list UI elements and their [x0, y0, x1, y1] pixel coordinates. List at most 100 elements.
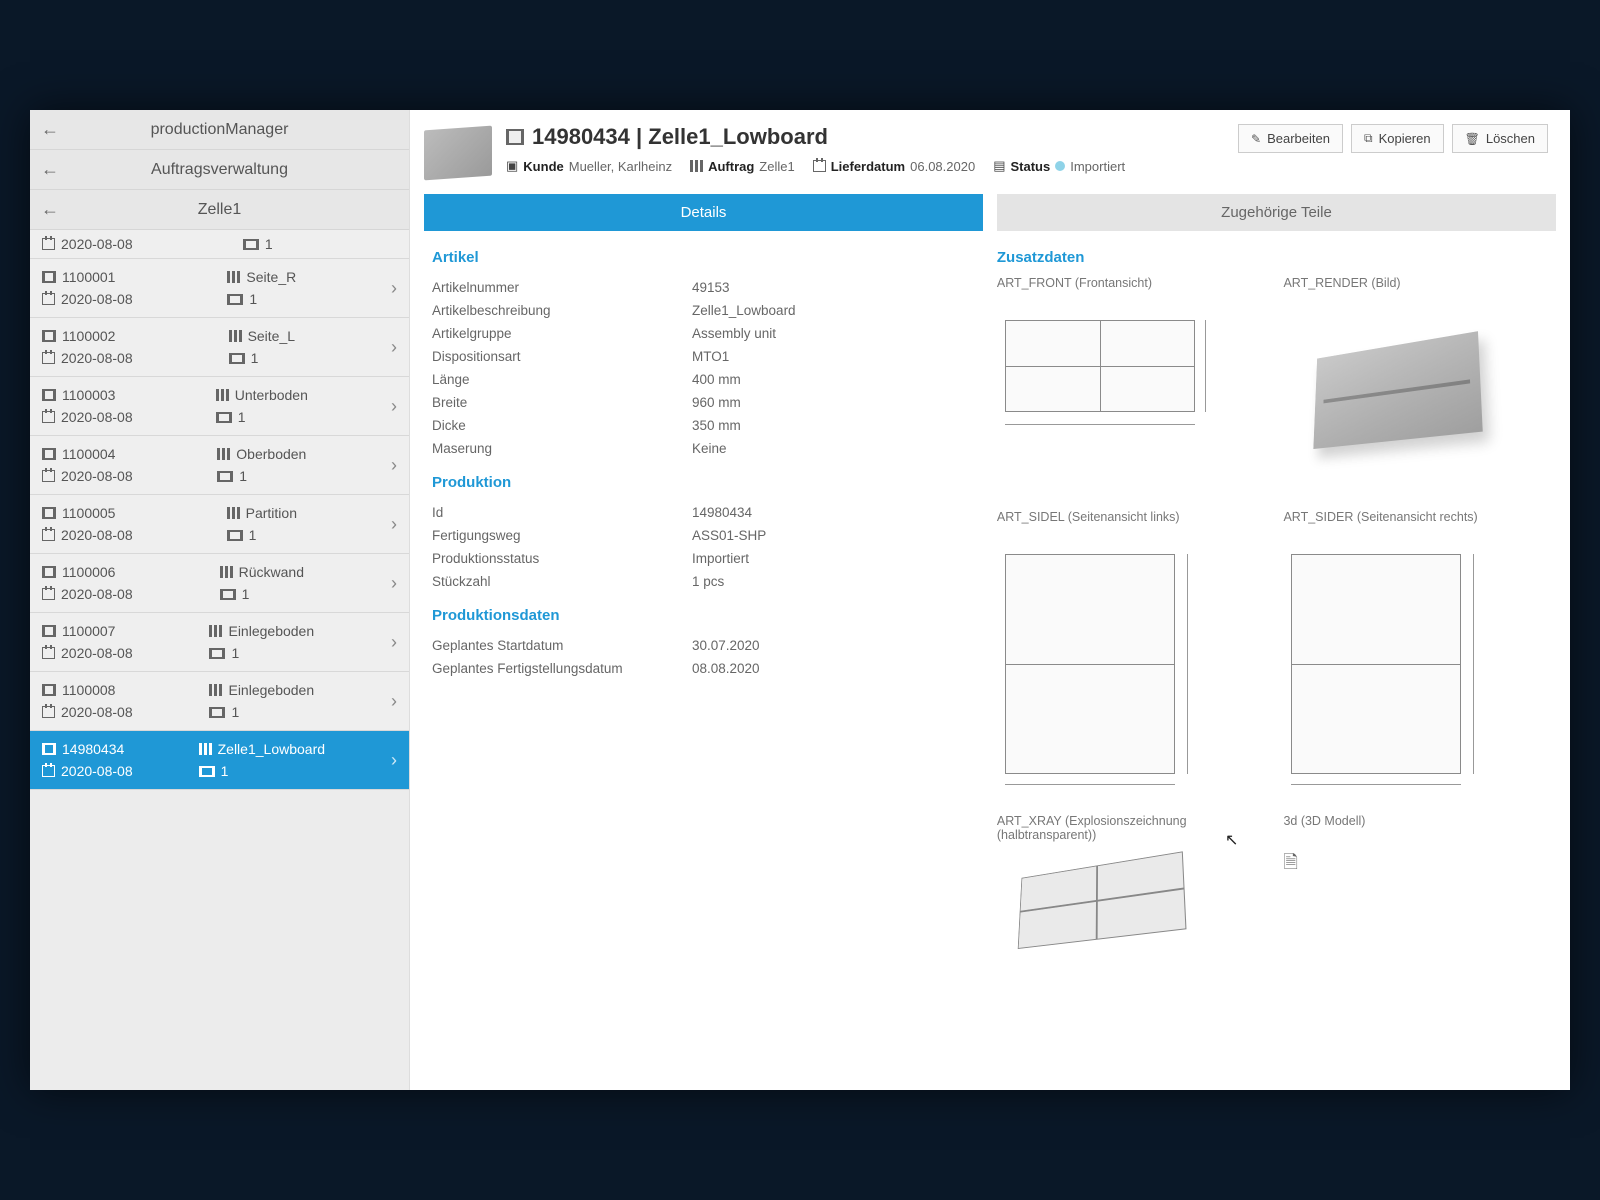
list-item[interactable]: 1100007 2020-08-08 Einlegeboden 1 › [30, 613, 409, 672]
zusatzdaten-column: Zusatzdaten ART_FRONT (Frontansicht) [997, 249, 1548, 1076]
back-icon[interactable]: ← [30, 159, 70, 180]
section-artikel: Artikel [432, 249, 957, 266]
back-icon[interactable]: ← [30, 119, 70, 140]
item-qty: 1 [221, 763, 229, 779]
property-value: Zelle1_Lowboard [692, 303, 957, 318]
breadcrumb-label: Zelle1 [70, 201, 409, 219]
part-icon [227, 507, 240, 519]
tab-parts[interactable]: Zugehörige Teile [997, 194, 1556, 231]
view-xray[interactable]: ART_XRAY (Explosionszeichnung (halbtrans… [997, 814, 1262, 960]
breadcrumb-label: productionManager [70, 121, 409, 139]
article-icon [42, 743, 56, 755]
breadcrumb-level-3[interactable]: ← Zelle1 [30, 190, 409, 230]
chevron-right-icon: › [391, 455, 397, 476]
copy-button[interactable]: ⧉Kopieren [1351, 124, 1444, 153]
copy-icon: ⧉ [1364, 131, 1373, 146]
property-key: Dispositionsart [432, 349, 692, 364]
sider-drawing [1283, 546, 1503, 796]
property-row: FertigungswegASS01-SHP [432, 524, 957, 547]
property-value: Assembly unit [692, 326, 957, 341]
list-item[interactable]: 14980434 2020-08-08 Zelle1_Lowboard 1 › [30, 731, 409, 790]
content: Artikel Artikelnummer49153Artikelbeschre… [410, 231, 1570, 1090]
calendar-icon [42, 765, 55, 777]
list-item[interactable]: 1100001 2020-08-08 Seite_R 1 › [30, 259, 409, 318]
delete-button[interactable]: 🗑Löschen [1452, 124, 1548, 153]
property-row: ArtikelbeschreibungZelle1_Lowboard [432, 299, 957, 322]
part-list[interactable]: 2020-08-08 1 1100001 2020-08-08 Seite_R … [30, 230, 409, 1090]
calendar-icon [42, 238, 55, 250]
tab-bar: Details Zugehörige Teile [410, 194, 1570, 231]
calendar-icon [813, 160, 826, 172]
item-name: Oberboden [236, 446, 306, 462]
item-name: Seite_R [246, 269, 296, 285]
item-qty: 1 [242, 586, 250, 602]
list-item[interactable]: 2020-08-08 1 [30, 230, 409, 259]
property-row: Geplantes Startdatum30.07.2020 [432, 634, 957, 657]
order-icon [690, 160, 703, 172]
edit-button[interactable]: ✎Bearbeiten [1238, 124, 1343, 153]
calendar-icon [42, 706, 55, 718]
view-front[interactable]: ART_FRONT (Frontansicht) [997, 276, 1262, 492]
view-render[interactable]: ART_RENDER (Bild) [1283, 276, 1548, 492]
app-window: ← productionManager ← Auftragsverwaltung… [30, 110, 1570, 1090]
property-key: Geplantes Startdatum [432, 638, 692, 653]
sidebar: ← productionManager ← Auftragsverwaltung… [30, 110, 410, 1090]
item-qty: 1 [231, 645, 239, 661]
item-qty: 1 [239, 468, 247, 484]
view-sidel[interactable]: ART_SIDEL (Seitenansicht links) [997, 510, 1262, 796]
item-id: 1100001 [62, 269, 115, 285]
article-icon [42, 330, 56, 342]
list-item[interactable]: 1100005 2020-08-08 Partition 1 › [30, 495, 409, 554]
item-date: 2020-08-08 [61, 586, 133, 602]
breadcrumb-level-2[interactable]: ← Auftragsverwaltung [30, 150, 409, 190]
views-grid: ART_FRONT (Frontansicht) ART_RENDER (Bil… [997, 276, 1548, 960]
header: 14980434 | Zelle1_Lowboard ▣ Kunde Muell… [410, 110, 1570, 188]
part-icon [199, 743, 212, 755]
item-date: 2020-08-08 [61, 350, 133, 366]
property-value: 14980434 [692, 505, 957, 520]
view-sider[interactable]: ART_SIDER (Seitenansicht rechts) [1283, 510, 1548, 796]
page-title: 14980434 | Zelle1_Lowboard [532, 124, 828, 150]
quantity-icon [227, 294, 243, 305]
part-icon [227, 271, 240, 283]
list-item[interactable]: 1100006 2020-08-08 Rückwand 1 › [30, 554, 409, 613]
list-item[interactable]: 1100008 2020-08-08 Einlegeboden 1 › [30, 672, 409, 731]
property-value: 1 pcs [692, 574, 957, 589]
section-produktionsdaten: Produktionsdaten [432, 607, 957, 624]
property-key: Artikelbeschreibung [432, 303, 692, 318]
property-row: Stückzahl1 pcs [432, 570, 957, 593]
xray-drawing [1008, 837, 1220, 969]
item-qty: 1 [249, 291, 257, 307]
quantity-icon [217, 471, 233, 482]
part-icon [216, 389, 229, 401]
header-actions: ✎Bearbeiten ⧉Kopieren 🗑Löschen [1238, 124, 1548, 153]
breadcrumb-level-1[interactable]: ← productionManager [30, 110, 409, 150]
chevron-right-icon: › [391, 396, 397, 417]
calendar-icon [42, 588, 55, 600]
article-icon [42, 507, 56, 519]
quantity-icon [227, 530, 243, 541]
back-icon[interactable]: ← [30, 199, 70, 220]
property-value: 30.07.2020 [692, 638, 957, 653]
property-key: Dicke [432, 418, 692, 433]
item-date: 2020-08-08 [61, 236, 133, 252]
calendar-icon [42, 293, 55, 305]
tab-details[interactable]: Details [424, 194, 983, 231]
list-item[interactable]: 1100004 2020-08-08 Oberboden 1 › [30, 436, 409, 495]
list-item[interactable]: 1100002 2020-08-08 Seite_L 1 › [30, 318, 409, 377]
property-key: Geplantes Fertigstellungsdatum [432, 661, 692, 676]
property-key: Maserung [432, 441, 692, 456]
section-zusatzdaten: Zusatzdaten [997, 249, 1548, 266]
view-3d-model[interactable]: 3d (3D Modell) 🗎 [1283, 814, 1548, 960]
part-icon [220, 566, 233, 578]
quantity-icon [220, 589, 236, 600]
article-icon [42, 271, 56, 283]
meta-delivery-date: Lieferdatum 06.08.2020 [813, 158, 975, 174]
item-id: 14980434 [62, 741, 124, 757]
property-row: Breite960 mm [432, 391, 957, 414]
property-value: 08.08.2020 [692, 661, 957, 676]
item-name: Unterboden [235, 387, 308, 403]
list-item[interactable]: 1100003 2020-08-08 Unterboden 1 › [30, 377, 409, 436]
item-id: 1100006 [62, 564, 115, 580]
property-row: Id14980434 [432, 501, 957, 524]
